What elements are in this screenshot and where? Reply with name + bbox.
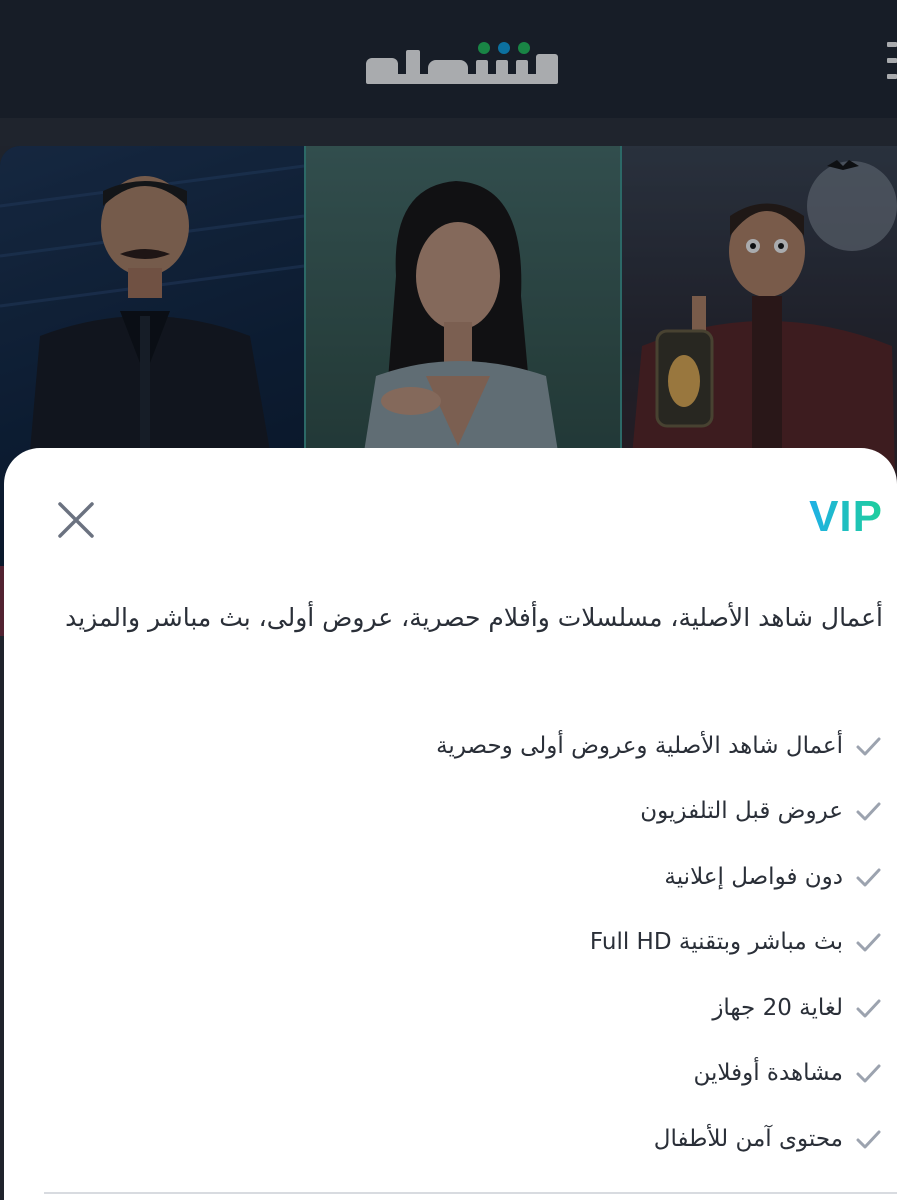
feature-label: عروض قبل التلفزيون bbox=[640, 798, 843, 825]
feature-label: لغاية 20 جهاز bbox=[712, 994, 843, 1021]
feature-item: لغاية 20 جهاز bbox=[23, 975, 883, 1041]
feature-label: مشاهدة أوفلاين bbox=[693, 1060, 843, 1087]
feature-label: بث مباشر وبتقنية Full HD bbox=[589, 929, 843, 956]
feature-label: أعمال شاهد الأصلية وعروض أولى وحصرية bbox=[436, 732, 843, 759]
vip-plan-sheet: VIP أعمال شاهد الأصلية، مسلسلات وأفلام ح… bbox=[4, 448, 897, 1200]
feature-label: دون فواصل إعلانية bbox=[664, 863, 843, 890]
plan-title: VIP bbox=[809, 492, 883, 541]
feature-item: بث مباشر وبتقنية Full HD bbox=[23, 910, 883, 976]
close-icon[interactable] bbox=[54, 498, 98, 542]
check-icon bbox=[856, 737, 881, 756]
check-icon bbox=[856, 933, 881, 952]
feature-item: عروض قبل التلفزيون bbox=[23, 779, 883, 845]
check-icon bbox=[856, 802, 881, 821]
feature-label: محتوى آمن للأطفال bbox=[653, 1125, 843, 1152]
check-icon bbox=[856, 868, 881, 887]
feature-item: محتوى آمن للأطفال bbox=[23, 1106, 883, 1172]
feature-item: أعمال شاهد الأصلية وعروض أولى وحصرية bbox=[23, 713, 883, 779]
check-icon bbox=[856, 1130, 881, 1149]
close-icon-glyph bbox=[58, 502, 94, 538]
divider bbox=[44, 1192, 897, 1194]
check-icon bbox=[856, 999, 881, 1018]
feature-item: دون فواصل إعلانية bbox=[23, 844, 883, 910]
feature-list: أعمال شاهد الأصلية وعروض أولى وحصرية عرو… bbox=[23, 713, 883, 1172]
feature-item: مشاهدة أوفلاين bbox=[23, 1041, 883, 1107]
app-screen: VIP أعمال شاهد الأصلية، مسلسلات وأفلام ح… bbox=[0, 0, 897, 1200]
check-icon bbox=[856, 1064, 881, 1083]
plan-description: أعمال شاهد الأصلية، مسلسلات وأفلام حصرية… bbox=[65, 603, 883, 632]
